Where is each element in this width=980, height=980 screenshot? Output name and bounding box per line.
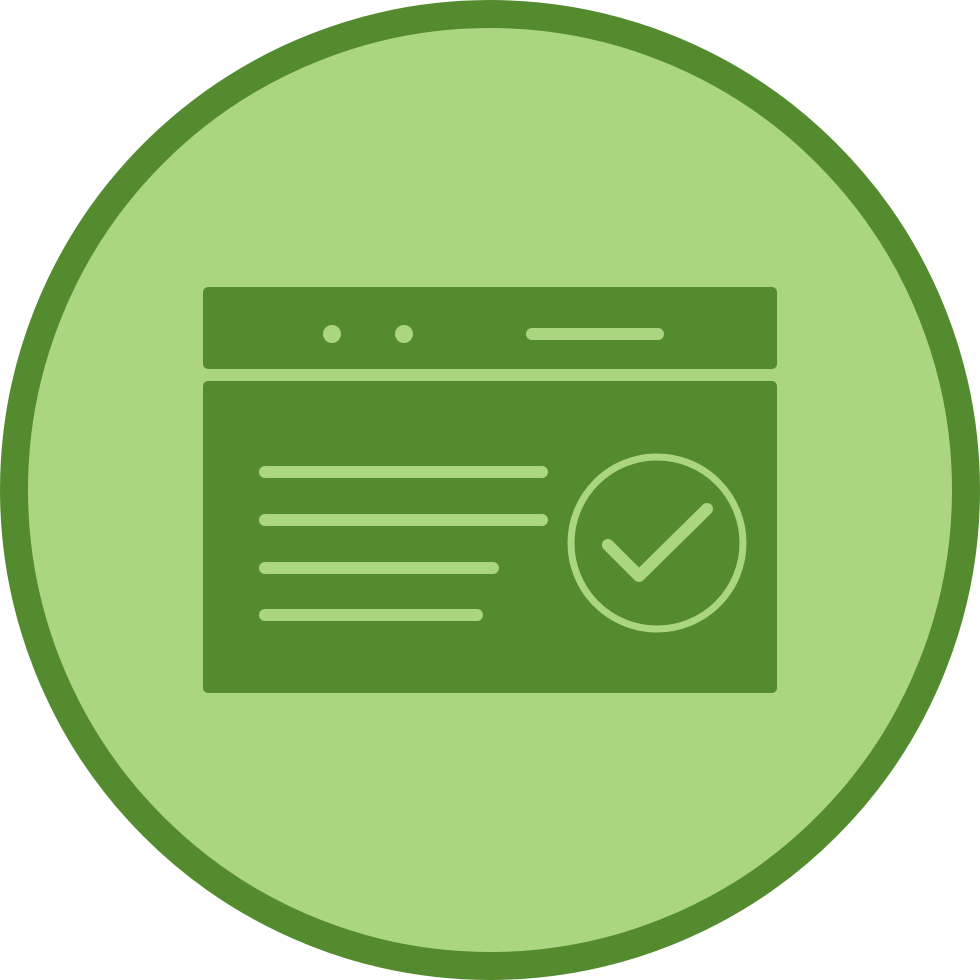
window-body bbox=[203, 381, 777, 693]
window-title-bar bbox=[203, 287, 777, 369]
icon-canvas bbox=[0, 0, 980, 980]
window-dot-icon bbox=[323, 325, 341, 343]
verified-webpage-icon bbox=[0, 0, 980, 980]
window-dot-icon bbox=[395, 325, 413, 343]
browser-window bbox=[203, 287, 777, 693]
